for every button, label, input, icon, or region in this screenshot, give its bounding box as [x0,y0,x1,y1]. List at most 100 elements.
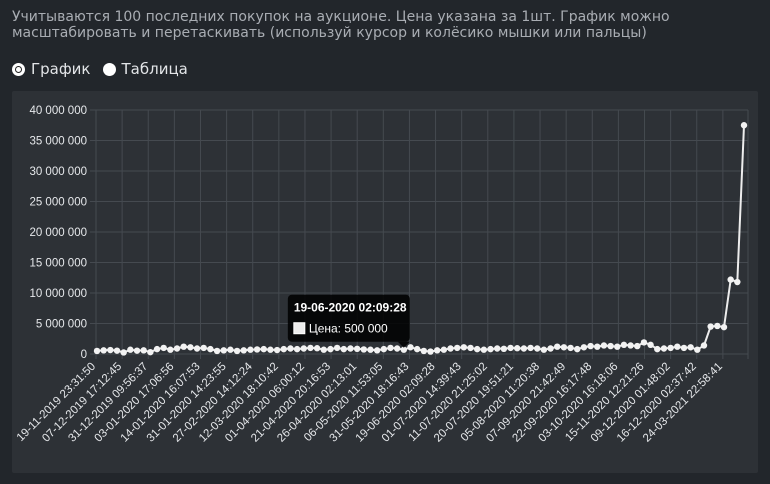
chart-panel[interactable]: 0 5 000 000 10 000 000 15 000 000 20 000 000… [12,91,758,473]
data-point[interactable] [293,345,301,353]
data-point[interactable] [113,347,121,354]
data-point[interactable] [253,346,261,353]
data-point[interactable] [587,342,594,350]
data-point[interactable] [614,343,621,350]
data-point[interactable] [667,344,674,352]
data-point[interactable] [467,344,474,352]
data-point[interactable] [193,345,201,352]
data-point[interactable] [494,345,501,352]
data-point[interactable] [527,344,534,352]
data-point[interactable] [447,345,454,352]
data-point[interactable] [213,347,221,355]
data-point[interactable] [487,345,494,353]
data-point[interactable] [147,348,154,356]
data-point[interactable] [594,343,601,350]
data-point[interactable] [660,345,668,352]
data-point[interactable] [393,345,401,352]
data-point[interactable] [480,346,488,353]
data-point[interactable] [173,345,181,352]
data-point[interactable] [674,343,681,350]
data-point[interactable] [300,345,307,352]
data-point[interactable] [380,345,388,353]
data-point[interactable] [160,344,167,352]
data-point[interactable] [720,323,728,331]
price-chart[interactable]: 0 5 000 000 10 000 000 15 000 000 20 000 000… [12,91,758,473]
data-point[interactable] [333,344,341,352]
data-point[interactable] [180,343,187,350]
data-point[interactable] [707,323,714,330]
data-point[interactable] [560,344,568,351]
data-point[interactable] [93,347,101,355]
data-point[interactable] [340,345,347,353]
data-point[interactable] [547,345,554,352]
data-point[interactable] [567,344,574,352]
radio-button-chart[interactable] [12,62,25,76]
data-point[interactable] [734,278,741,286]
data-point[interactable] [740,122,748,129]
data-point[interactable] [627,342,634,349]
data-point[interactable] [287,345,294,352]
data-point[interactable] [267,346,274,353]
data-point[interactable] [133,347,141,354]
radio-option-chart[interactable]: График [12,60,91,78]
data-point[interactable] [273,346,281,354]
data-point[interactable] [240,347,247,354]
data-point[interactable] [313,345,321,352]
data-point[interactable] [600,342,608,349]
data-point[interactable] [320,346,327,353]
data-point[interactable] [153,345,161,353]
data-point[interactable] [634,342,641,350]
data-point[interactable] [233,347,241,355]
radio-option-table[interactable]: Таблица [102,60,188,78]
data-point[interactable] [440,346,448,353]
data-point[interactable] [580,344,588,351]
data-point[interactable] [540,346,548,353]
data-point[interactable] [247,346,254,353]
data-point[interactable] [727,276,734,283]
data-point[interactable] [347,345,354,352]
data-point[interactable] [473,345,481,353]
data-point[interactable] [647,341,654,349]
radio-button-table[interactable] [102,62,116,76]
data-point[interactable] [307,344,314,352]
data-point[interactable] [200,344,207,352]
data-point[interactable] [427,348,434,355]
data-point[interactable] [360,346,368,353]
data-point[interactable] [534,345,541,352]
data-point[interactable] [100,347,107,354]
data-point[interactable] [433,347,441,354]
data-point[interactable] [373,347,381,354]
data-point[interactable] [327,345,334,353]
data-point[interactable] [607,342,614,350]
data-point[interactable] [714,322,721,330]
data-point[interactable] [574,345,581,353]
data-point[interactable] [367,346,374,353]
data-point[interactable] [227,346,234,353]
data-point[interactable] [687,344,694,351]
data-point[interactable] [620,341,628,349]
data-point[interactable] [280,345,287,353]
data-point[interactable] [187,344,194,351]
data-point[interactable] [207,345,214,353]
data-point[interactable] [407,344,414,351]
data-point[interactable] [420,347,428,355]
data-point[interactable] [140,347,147,354]
data-point[interactable] [520,345,528,352]
data-point[interactable] [694,346,701,353]
data-point[interactable] [127,346,134,353]
data-point[interactable] [220,347,227,354]
data-point[interactable] [107,346,114,354]
data-point[interactable] [654,345,661,353]
data-point[interactable] [260,345,267,353]
data-point[interactable] [514,345,521,352]
data-point[interactable] [640,339,648,346]
data-point[interactable] [353,345,361,353]
data-point[interactable] [453,344,461,352]
data-point[interactable] [120,349,127,356]
data-point[interactable] [387,344,394,352]
data-point[interactable] [413,345,421,353]
data-point[interactable] [167,346,174,353]
data-point[interactable] [554,343,561,350]
data-point[interactable] [507,344,514,352]
data-point[interactable] [500,345,508,353]
